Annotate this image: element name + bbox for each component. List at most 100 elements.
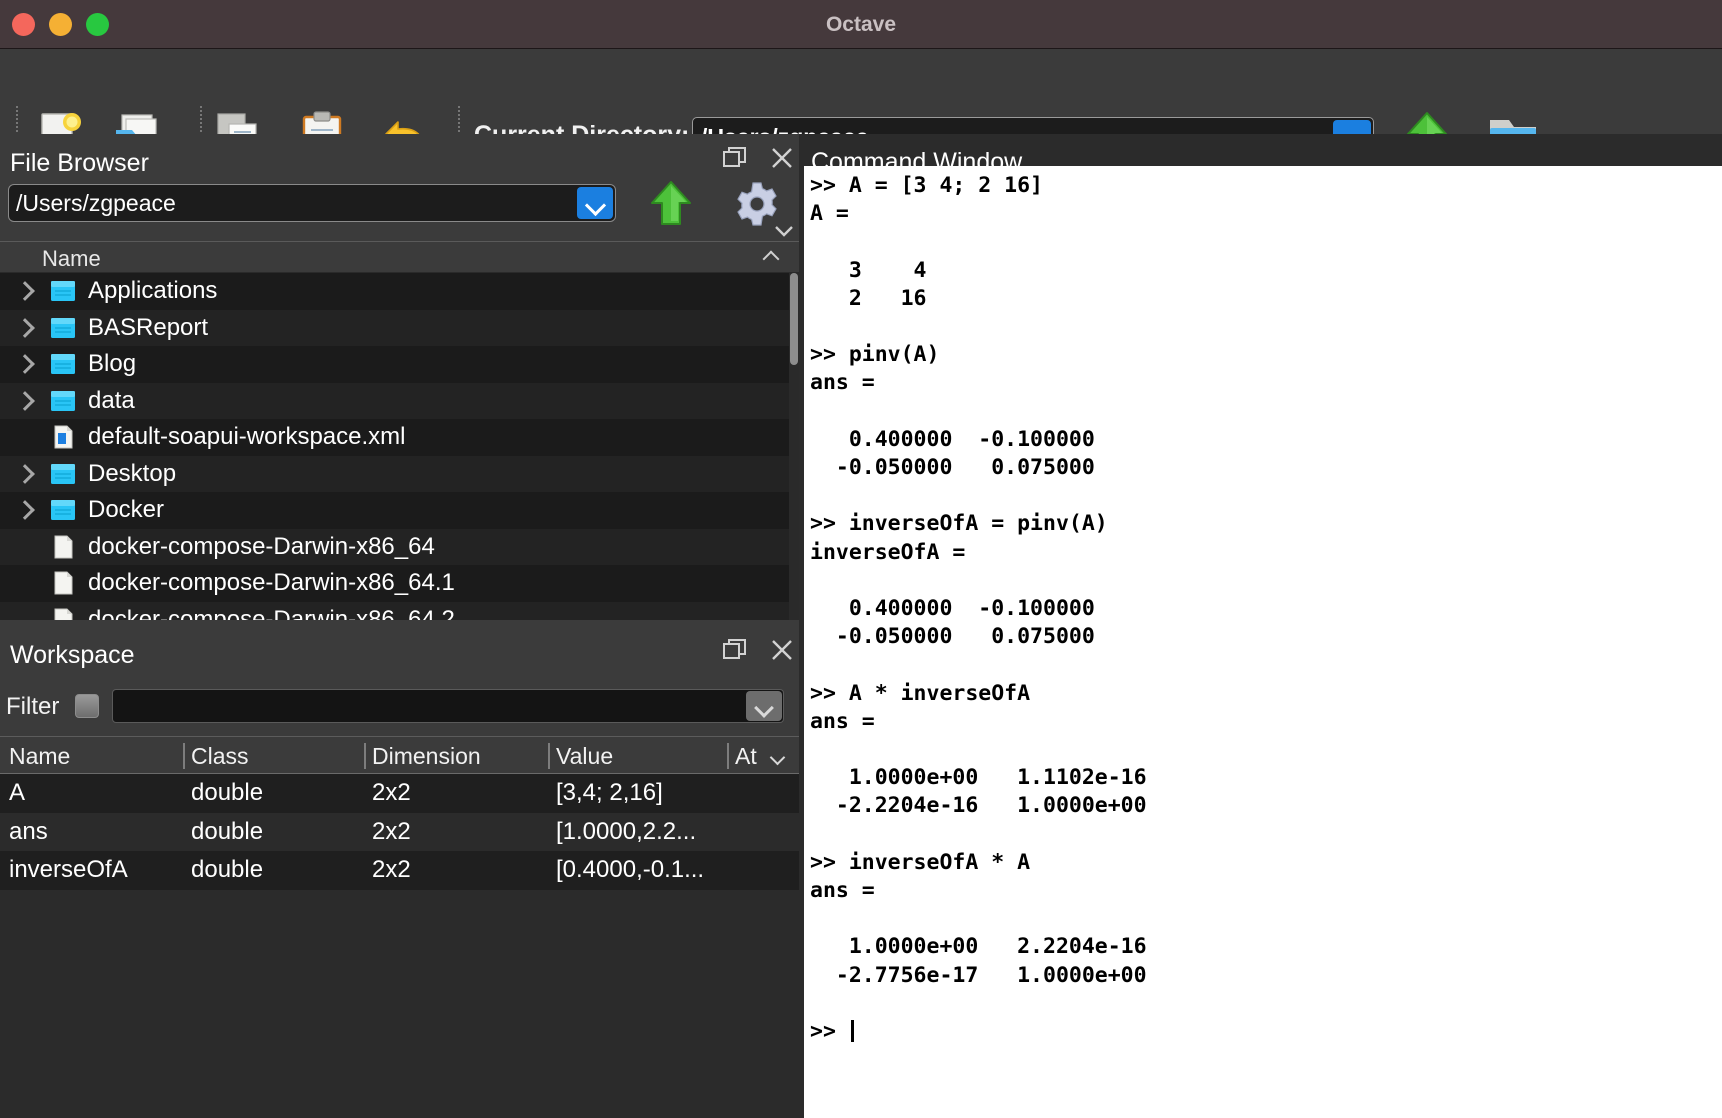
folder-icon: [51, 500, 75, 521]
workspace-filter-input[interactable]: [112, 689, 784, 723]
file-browser-close-button[interactable]: [770, 146, 794, 170]
xml-file-icon: [54, 425, 73, 449]
file-browser-item[interactable]: Docker: [0, 492, 799, 529]
column-separator[interactable]: [548, 743, 550, 769]
folder-icon: [50, 462, 76, 486]
workspace-column-header[interactable]: Class: [191, 743, 249, 770]
file-browser-path-dropdown-button[interactable]: [577, 187, 613, 219]
undock-icon: [723, 639, 746, 659]
workspace-cell-class: double: [191, 779, 264, 806]
file-browser-item[interactable]: Blog: [0, 346, 799, 383]
workspace-column-header[interactable]: Value: [556, 743, 613, 770]
file-browser-column-name: Name: [42, 246, 101, 271]
workspace-cell-name: inverseOfA: [9, 856, 128, 883]
command-window-output[interactable]: >> A = [3 4; 2 16] A = 3 4 2 16 >> pinv(…: [804, 166, 1722, 1118]
workspace-cell-class: double: [191, 817, 264, 845]
workspace-title: Workspace: [10, 641, 135, 669]
file-browser-item[interactable]: data: [0, 382, 799, 419]
file-browser-item[interactable]: docker-compose-Darwin-x86_64.1: [0, 565, 799, 602]
workspace-filter-dropdown-button[interactable]: [746, 691, 782, 721]
folder-icon: [51, 463, 75, 484]
folder-icon: [50, 352, 76, 376]
file-browser-item[interactable]: default-soapui-workspace.xml: [0, 419, 799, 456]
folder-icon: [50, 279, 76, 303]
workspace-cell-dimension: 2x2: [372, 817, 411, 845]
xml-file-icon: [50, 425, 76, 449]
folder-icon: [50, 316, 76, 340]
chevron-right-icon[interactable]: [15, 390, 35, 411]
app-title: Octave: [825, 13, 897, 36]
command-window-panel: Command Window >> A = [3 4; 2 16] A = 3 …: [799, 134, 1722, 1118]
close-icon: [772, 148, 792, 168]
workspace-cell-name: A: [9, 779, 26, 806]
file-browser-item[interactable]: docker-compose-Darwin-x86_64: [0, 528, 799, 565]
folder-icon: [51, 354, 75, 375]
column-separator[interactable]: [727, 743, 729, 769]
file-browser-up-button[interactable]: [640, 178, 702, 228]
file-browser-item-label: Applications: [88, 277, 218, 305]
folder-icon: [50, 498, 76, 522]
workspace-table-row[interactable]: Adouble 2x2 [3,4; 2,16]: [0, 774, 799, 813]
workspace-column-header[interactable]: Dimension: [372, 743, 481, 770]
workspace-table-row[interactable]: ans double 2x2 [1.0000,2.2...: [0, 813, 799, 852]
folder-icon: [51, 317, 75, 338]
column-separator[interactable]: [183, 743, 185, 769]
text-cursor: [850, 1020, 854, 1043]
workspace-table-row[interactable]: inverseOfA double 2x2 [0.4000,-0.1...: [0, 851, 799, 890]
file-browser-undock-button[interactable]: [722, 146, 748, 172]
file-browser-item-label: default-soapui-workspace.xml: [88, 423, 406, 451]
file-browser-item[interactable]: Desktop: [0, 455, 799, 492]
file-browser-list[interactable]: Applications BASReport Blog data default-soa…: [0, 273, 799, 620]
workspace-cell-value: [3,4; 2,16]: [556, 779, 663, 806]
file-browser-path-value: /Users/zgpeace: [16, 190, 176, 216]
left-dock-column: File Browser /Users/zgpeace Name Applica…: [0, 134, 799, 1118]
chevron-right-icon[interactable]: [15, 500, 35, 521]
undock-icon: [723, 147, 746, 167]
file-browser-title: File Browser: [10, 149, 149, 177]
file-icon: [50, 535, 76, 559]
file-icon: [50, 571, 76, 595]
file-browser-scroll-thumb[interactable]: [790, 273, 798, 365]
chevron-right-icon[interactable]: [15, 354, 35, 375]
file-browser-item-label: docker-compose-Darwin-x86_64: [88, 532, 435, 560]
file-browser-item[interactable]: docker-compose-Darwin-x86_64.2: [0, 601, 799, 620]
workspace-cell-dimension: 2x2: [372, 856, 411, 883]
file-browser-settings-chevron[interactable]: [772, 222, 796, 240]
file-browser-item-label: docker-compose-Darwin-x86_64.1: [88, 569, 455, 597]
file-browser-path-input[interactable]: /Users/zgpeace: [8, 184, 616, 222]
workspace-cell-class: double: [191, 856, 264, 883]
chevron-down-icon[interactable]: [769, 749, 786, 766]
file-icon: [50, 608, 76, 620]
workspace-cell-dimension: 2x2: [372, 779, 411, 806]
command-window-text: >> A = [3 4; 2 16] A = 3 4 2 16 >> pinv(…: [810, 173, 1147, 1045]
file-browser-item-label: Docker: [88, 496, 165, 524]
file-browser-column-header[interactable]: Name: [0, 241, 799, 273]
chevron-right-icon[interactable]: [15, 317, 35, 338]
workspace-undock-button[interactable]: [722, 638, 748, 664]
file-browser-item-label: Blog: [88, 350, 137, 378]
workspace-table-body[interactable]: Adouble 2x2 [3,4; 2,16] ans double 2x2 [1.0000…: [0, 774, 799, 1118]
file-browser-item-label: data: [88, 386, 135, 414]
chevron-right-icon[interactable]: [15, 281, 35, 302]
file-browser-item[interactable]: Applications: [0, 273, 799, 310]
column-separator[interactable]: [364, 743, 366, 769]
file-browser-item-label: docker-compose-Darwin-x86_64.2: [88, 605, 455, 620]
file-browser-panel: File Browser /Users/zgpeace Name Applica…: [0, 134, 799, 624]
folder-icon: [50, 389, 76, 413]
workspace-table-header[interactable]: Name Class Dimension Value At: [0, 736, 799, 774]
file-browser-scrollbar[interactable]: [789, 273, 799, 620]
workspace-close-button[interactable]: [770, 638, 794, 662]
workspace-column-header[interactable]: Name: [9, 743, 70, 770]
file-browser-item[interactable]: BASReport: [0, 309, 799, 346]
workspace-cell-value: [0.4000,-0.1...: [556, 856, 705, 883]
title-bar: Octave: [0, 0, 1722, 49]
workspace-column-header[interactable]: At: [735, 743, 757, 770]
file-browser-item-label: Desktop: [88, 459, 177, 487]
file-browser-item-label: BASReport: [88, 313, 209, 341]
file-icon: [54, 535, 73, 559]
sort-ascending-icon: [762, 250, 780, 268]
folder-icon: [51, 390, 75, 411]
chevron-right-icon[interactable]: [15, 463, 35, 484]
workspace-filter-label: Filter: [6, 693, 60, 720]
workspace-filter-toggle[interactable]: [75, 694, 99, 718]
